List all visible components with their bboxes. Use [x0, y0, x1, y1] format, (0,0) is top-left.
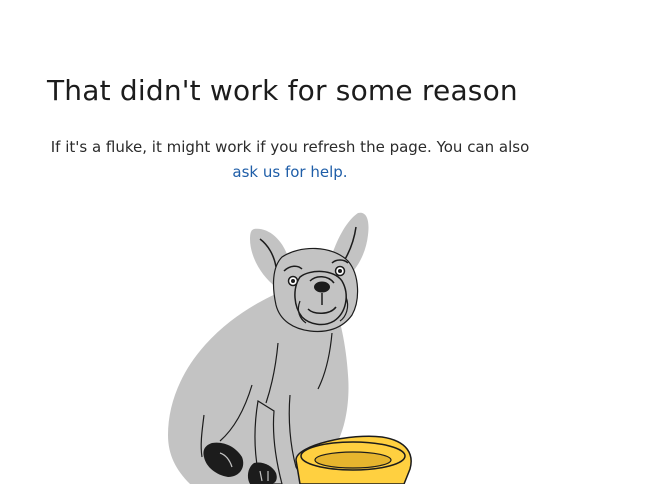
error-page: That didn't work for some reason If it's…	[0, 0, 665, 484]
help-link[interactable]: ask us for help.	[232, 163, 347, 181]
dog-nose	[314, 281, 330, 293]
error-title: That didn't work for some reason	[47, 74, 518, 107]
error-message-text: If it's a fluke, it might work if you re…	[50, 138, 530, 156]
dog-muzzle	[294, 270, 347, 326]
error-message: If it's a fluke, it might work if you re…	[32, 135, 548, 185]
sad-dog-illustration	[168, 212, 412, 484]
